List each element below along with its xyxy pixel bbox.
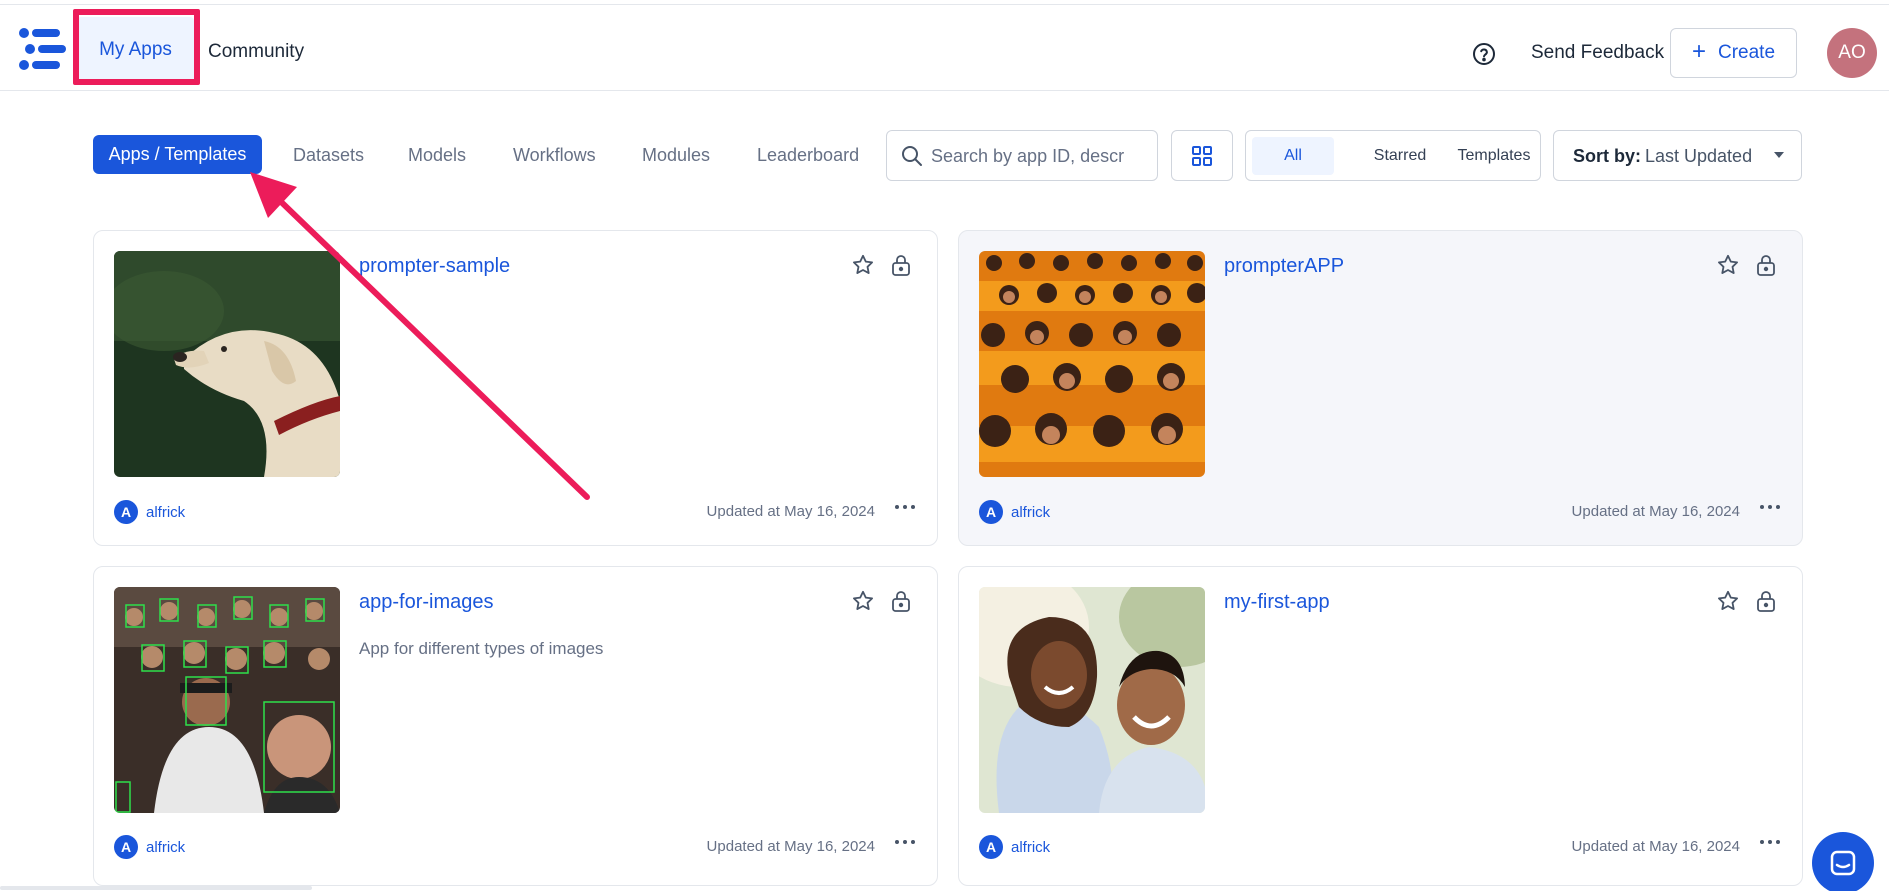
filter-templates[interactable]: Templates xyxy=(1450,137,1538,175)
create-label: Create xyxy=(1717,42,1776,63)
lock-icon xyxy=(892,591,910,612)
owner-avatar[interactable]: A xyxy=(114,835,138,859)
more-options-icon[interactable] xyxy=(1759,503,1781,511)
owner-name[interactable]: alfrick xyxy=(146,839,185,856)
app-card[interactable]: prompterAPP A alfrick Updated at May 16,… xyxy=(958,230,1803,546)
more-options-icon[interactable] xyxy=(1759,838,1781,846)
user-avatar[interactable]: AO xyxy=(1827,28,1877,78)
clarifai-logo-icon[interactable] xyxy=(18,27,68,71)
app-description: App for different types of images xyxy=(359,639,604,658)
caret-down-icon xyxy=(1774,152,1784,158)
nav-my-apps[interactable]: My Apps xyxy=(77,17,194,82)
tab-apps-templates[interactable]: Apps / Templates xyxy=(93,135,262,174)
app-thumbnail[interactable] xyxy=(979,251,1205,477)
tab-modules[interactable]: Modules xyxy=(642,145,710,166)
top-navbar: My Apps Community Send Feedback + Create… xyxy=(0,5,1889,91)
sort-label: Sort by: xyxy=(1573,146,1642,166)
create-button[interactable]: + Create xyxy=(1670,28,1797,78)
app-thumbnail[interactable] xyxy=(114,251,340,477)
lock-icon xyxy=(892,255,910,276)
tab-workflows[interactable]: Workflows xyxy=(513,145,596,166)
app-card[interactable]: prompter-sample A alfrick Updated at May… xyxy=(93,230,938,546)
app-title[interactable]: my-first-app xyxy=(1224,591,1330,614)
more-options-icon[interactable] xyxy=(894,838,916,846)
app-title[interactable]: app-for-images xyxy=(359,591,494,614)
owner-name[interactable]: alfrick xyxy=(146,504,185,521)
grid-icon xyxy=(1192,145,1212,166)
search-icon xyxy=(902,146,922,166)
sort-dropdown[interactable]: Sort by: Last Updated xyxy=(1553,130,1802,181)
filter-group: All Starred Templates xyxy=(1245,130,1541,181)
tab-datasets[interactable]: Datasets xyxy=(293,145,364,166)
filter-starred[interactable]: Starred xyxy=(1354,137,1446,175)
app-title[interactable]: prompter-sample xyxy=(359,255,510,278)
app-thumbnail[interactable] xyxy=(114,587,340,813)
owner-avatar[interactable]: A xyxy=(979,500,1003,524)
owner-avatar[interactable]: A xyxy=(979,835,1003,859)
chat-icon xyxy=(1830,850,1856,876)
lock-icon xyxy=(1757,591,1775,612)
updated-date: Updated at May 16, 2024 xyxy=(1571,503,1740,520)
star-icon[interactable] xyxy=(851,589,875,613)
app-thumbnail[interactable] xyxy=(979,587,1205,813)
tab-models[interactable]: Models xyxy=(408,145,466,166)
search-input[interactable] xyxy=(931,143,1145,169)
tab-leaderboard[interactable]: Leaderboard xyxy=(757,145,859,166)
updated-date: Updated at May 16, 2024 xyxy=(706,503,875,520)
owner-avatar[interactable]: A xyxy=(114,500,138,524)
star-icon[interactable] xyxy=(1716,253,1740,277)
app-title[interactable]: prompterAPP xyxy=(1224,255,1344,278)
send-feedback-link[interactable]: Send Feedback xyxy=(1531,42,1664,64)
grid-view-button[interactable] xyxy=(1171,130,1233,181)
updated-date: Updated at May 16, 2024 xyxy=(1571,838,1740,855)
app-card[interactable]: my-first-app A alfrick Updated at May 16… xyxy=(958,566,1803,886)
search-box xyxy=(886,130,1158,181)
updated-date: Updated at May 16, 2024 xyxy=(706,838,875,855)
app-card[interactable]: app-for-images App for different types o… xyxy=(93,566,938,886)
horizontal-scrollbar[interactable] xyxy=(0,886,312,890)
sort-value: Last Updated xyxy=(1645,146,1753,166)
nav-community[interactable]: Community xyxy=(208,41,304,63)
lock-icon xyxy=(1757,255,1775,276)
more-options-icon[interactable] xyxy=(894,503,916,511)
filter-all[interactable]: All xyxy=(1252,137,1334,175)
star-icon[interactable] xyxy=(851,253,875,277)
chat-support-button[interactable] xyxy=(1812,832,1874,891)
owner-name[interactable]: alfrick xyxy=(1011,504,1050,521)
question-circle-icon[interactable] xyxy=(1472,42,1496,66)
star-icon[interactable] xyxy=(1716,589,1740,613)
plus-icon: + xyxy=(1691,37,1706,65)
owner-name[interactable]: alfrick xyxy=(1011,839,1050,856)
